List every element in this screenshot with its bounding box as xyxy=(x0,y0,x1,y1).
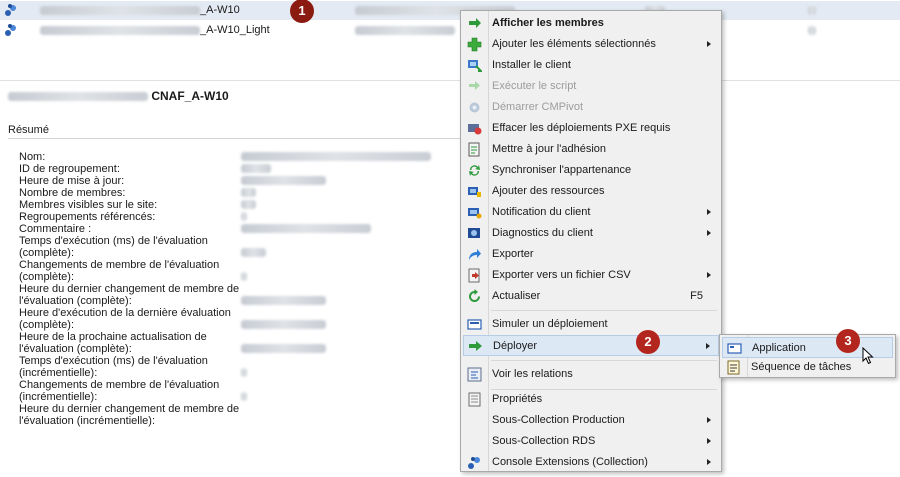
task-sequence-icon xyxy=(727,360,740,375)
property-label: l'évaluation (complète): xyxy=(19,295,132,307)
client-notification-icon xyxy=(468,208,482,219)
property-label: Heure d'exécution de la dernière évaluat… xyxy=(19,307,231,319)
submenu-arrow-icon xyxy=(707,41,711,47)
detail-title: CNAF_A-W10 xyxy=(8,89,229,103)
menu-item-ajouter-elements[interactable]: Ajouter les éléments sélectionnés xyxy=(463,34,719,55)
menu-item-synchroniser[interactable]: Synchroniser l'appartenance xyxy=(463,160,719,181)
context-menu: Afficher les membres Ajouter les élément… xyxy=(460,10,722,472)
property-label: (complète): xyxy=(19,247,75,259)
property-label: (incrémentielle): xyxy=(19,367,98,379)
simulate-icon xyxy=(467,319,482,330)
cmpivot-icon xyxy=(469,102,480,113)
submenu-arrow-icon xyxy=(706,343,710,349)
diagnostics-icon xyxy=(468,228,480,238)
menu-item-installer-client[interactable]: Installer le client xyxy=(463,55,719,76)
green-arrow-icon xyxy=(469,18,481,28)
console-extensions-icon xyxy=(468,457,480,469)
menu-item-demarrer-cmpivot[interactable]: Démarrer CMPivot xyxy=(463,97,719,118)
collection-icon xyxy=(5,4,16,16)
menu-item-exporter[interactable]: Exporter xyxy=(463,244,719,265)
property-label: Nombre de membres: xyxy=(19,187,126,199)
menu-item-diagnostics-client[interactable]: Diagnostics du client xyxy=(463,223,719,244)
collection-name: _A-W10 xyxy=(200,4,240,16)
menu-separator xyxy=(491,310,717,311)
menu-item-exporter-csv[interactable]: Exporter vers un fichier CSV xyxy=(463,265,719,286)
property-label: (incrémentielle): xyxy=(19,391,98,403)
submenu-arrow-icon xyxy=(707,417,711,423)
menu-item-voir-relations[interactable]: Voir les relations xyxy=(463,364,719,385)
collection-name: _A-W10_Light xyxy=(200,24,270,36)
menu-item-console-extensions[interactable]: Console Extensions (Collection) xyxy=(463,452,719,473)
menu-item-effacer-pxe[interactable]: Effacer les déploiements PXE requis xyxy=(463,118,719,139)
property-label: Heure du dernier changement de membre de xyxy=(19,283,240,295)
collection-row[interactable]: _A-W10 xyxy=(0,1,900,20)
menu-item-ajouter-ressources[interactable]: Ajouter des ressources xyxy=(463,181,719,202)
submenu-arrow-icon xyxy=(707,209,711,215)
collection-row[interactable]: _A-W10_Light xyxy=(0,21,900,40)
property-label: Commentaire : xyxy=(19,223,92,235)
property-label: Changements de membre de l'évaluation xyxy=(19,379,220,391)
section-title: Résumé xyxy=(8,124,49,136)
pane-divider xyxy=(0,80,900,81)
menu-item-afficher-membres[interactable]: Afficher les membres xyxy=(463,13,719,34)
menu-item-mettre-a-jour-adhesion[interactable]: Mettre à jour l'adhésion xyxy=(463,139,719,160)
refresh-icon xyxy=(469,289,480,302)
menu-item-proprietes[interactable]: Propriétés xyxy=(463,389,719,410)
update-membership-icon xyxy=(468,142,480,157)
script-icon xyxy=(469,81,480,90)
step-badge-2: 2 xyxy=(636,330,660,354)
property-label: Temps d'exécution (ms) de l'évaluation xyxy=(19,235,208,247)
application-icon xyxy=(727,343,742,354)
menu-separator xyxy=(491,360,717,361)
properties-icon xyxy=(468,392,481,407)
csv-icon xyxy=(468,268,480,283)
install-client-icon xyxy=(468,60,482,72)
submenu-arrow-icon xyxy=(707,272,711,278)
menu-item-executer-script[interactable]: Exécuter le script xyxy=(463,76,719,97)
section-divider xyxy=(8,138,478,139)
green-plus-icon xyxy=(467,37,482,52)
mouse-cursor-icon xyxy=(862,347,874,365)
step-badge-3: 3 xyxy=(836,329,860,353)
property-label: (complète): xyxy=(19,271,75,283)
menu-item-deployer[interactable]: Déployer xyxy=(463,335,719,356)
menu-item-simuler-deploiement[interactable]: Simuler un déploiement xyxy=(463,314,719,335)
add-resources-icon xyxy=(468,187,481,197)
shortcut-label: F5 xyxy=(690,290,703,302)
property-label: Heure du dernier changement de membre de xyxy=(19,403,240,415)
property-label: Nom: xyxy=(19,151,46,163)
property-label: Heure de mise à jour: xyxy=(19,175,125,187)
menu-item-actualiser[interactable]: Actualiser F5 xyxy=(463,286,719,307)
menu-item-sous-collection-rds[interactable]: Sous-Collection RDS xyxy=(463,431,719,452)
sync-icon xyxy=(469,165,480,176)
submenu-arrow-icon xyxy=(707,438,711,444)
collection-icon xyxy=(5,24,16,36)
deploy-arrow-icon xyxy=(469,341,482,351)
pxe-icon xyxy=(468,124,482,135)
property-label: Heure de la prochaine actualisation de xyxy=(19,331,207,343)
property-label: Temps d'exécution (ms) de l'évaluation xyxy=(19,355,208,367)
export-icon xyxy=(469,249,481,260)
menu-item-notification-client[interactable]: Notification du client xyxy=(463,202,719,223)
step-badge-1: 1 xyxy=(290,0,314,23)
property-label: Membres visibles sur le site: xyxy=(19,199,158,211)
property-label: ID de regroupement: xyxy=(19,163,120,175)
submenu-arrow-icon xyxy=(707,230,711,236)
property-label: Changements de membre de l'évaluation xyxy=(19,259,220,271)
submenu-arrow-icon xyxy=(707,459,711,465)
property-label: l'évaluation (complète): xyxy=(19,343,132,355)
property-label: Regroupements référencés: xyxy=(19,211,156,223)
property-label: (complète): xyxy=(19,319,75,331)
property-label: l'évaluation (incrémentielle): xyxy=(19,415,155,427)
relations-icon xyxy=(467,367,482,382)
menu-item-sous-collection-production[interactable]: Sous-Collection Production xyxy=(463,410,719,431)
